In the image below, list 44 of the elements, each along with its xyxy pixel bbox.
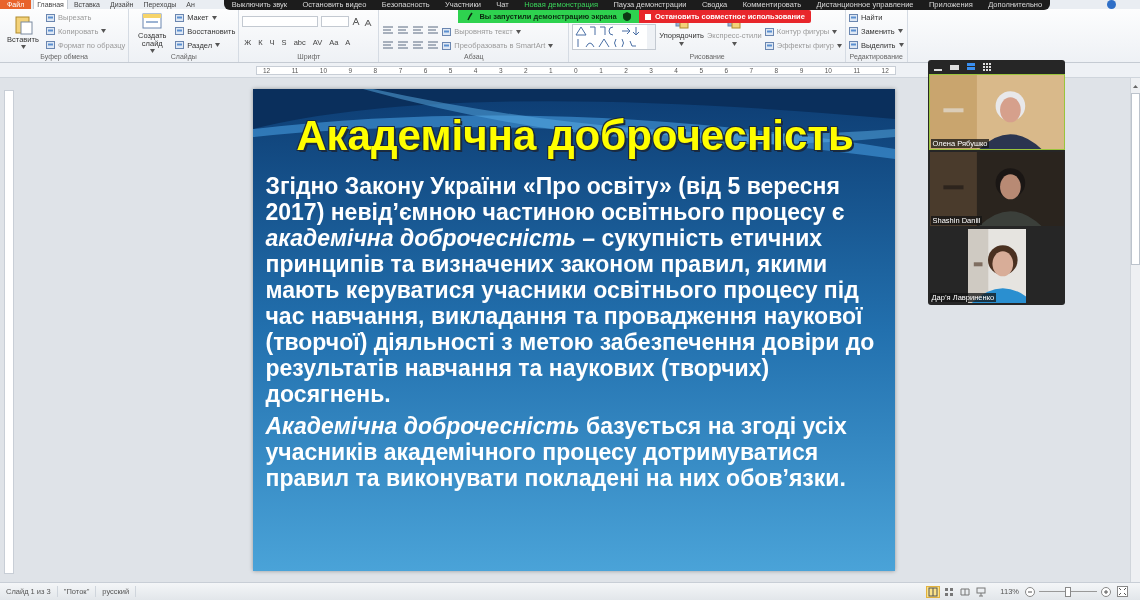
shield-icon[interactable] [623, 12, 631, 21]
slide-title: Академічна доброчесність [295, 111, 855, 161]
document-icon [764, 27, 774, 36]
scroll-up-icon[interactable] [1132, 84, 1139, 89]
slide-icon [142, 11, 163, 31]
document-icon [175, 41, 185, 50]
document-icon [175, 27, 185, 36]
document-icon [848, 27, 858, 36]
fit-to-window-icon[interactable] [1117, 586, 1128, 598]
help-icon[interactable] [1107, 0, 1116, 9]
single-view-icon[interactable] [950, 63, 959, 71]
paragraph-icon[interactable] [412, 25, 425, 35]
paragraph-icon[interactable] [427, 25, 440, 35]
grow-font-icon[interactable] [352, 17, 362, 27]
font-size-field[interactable] [321, 16, 350, 28]
pin-icon[interactable] [466, 12, 473, 21]
document-icon [46, 41, 55, 50]
paragraph-icon[interactable] [397, 40, 410, 50]
zoom-out-icon[interactable] [1025, 586, 1035, 597]
paragraph-icon[interactable] [412, 40, 425, 50]
zoom-in-icon[interactable] [1101, 586, 1111, 597]
document-icon [848, 41, 858, 50]
document-icon [442, 27, 452, 36]
font-name-field[interactable] [242, 16, 319, 28]
paragraph-icon[interactable] [382, 25, 395, 35]
grid-view-icon[interactable] [983, 63, 991, 71]
clipboard-icon [13, 14, 33, 35]
slide-paragraph: Академічна доброчесність базується на згоді усіх учасників академічного процесу дотримуватися правил та виконувати покладені на них обов’язки. [265, 413, 848, 491]
strip-view-icon[interactable] [967, 63, 975, 71]
slider-thumb[interactable] [1065, 587, 1071, 598]
document-icon [46, 13, 55, 22]
document-icon [46, 27, 55, 36]
document-icon [175, 13, 185, 22]
document-icon [764, 41, 774, 50]
paragraph-icon[interactable] [397, 25, 410, 35]
shapes-gallery[interactable] [572, 24, 657, 50]
slide-paragraph: Згідно Закону України «Про освіту» (від 5 вересня 2017) невід’ємною частиною освітнього процесу є академічна доброчесність – сукупність етичних принципів та визначених законом правил, якими мають керуватися учасники освітнього процесу під час навчання, викладання та провадження наукової (творчої) діяльності з метою забезпечення довіри до результатів навчання та наукових (творчих) досягнень. [265, 173, 876, 407]
document-icon [442, 41, 452, 50]
document-icon [848, 13, 858, 22]
vertical-scrollbar[interactable] [1130, 78, 1140, 583]
shrink-font-icon[interactable] [364, 17, 373, 26]
stop-icon [645, 13, 651, 20]
paragraph-icon[interactable] [427, 40, 440, 50]
paragraph-icon[interactable] [382, 40, 395, 50]
